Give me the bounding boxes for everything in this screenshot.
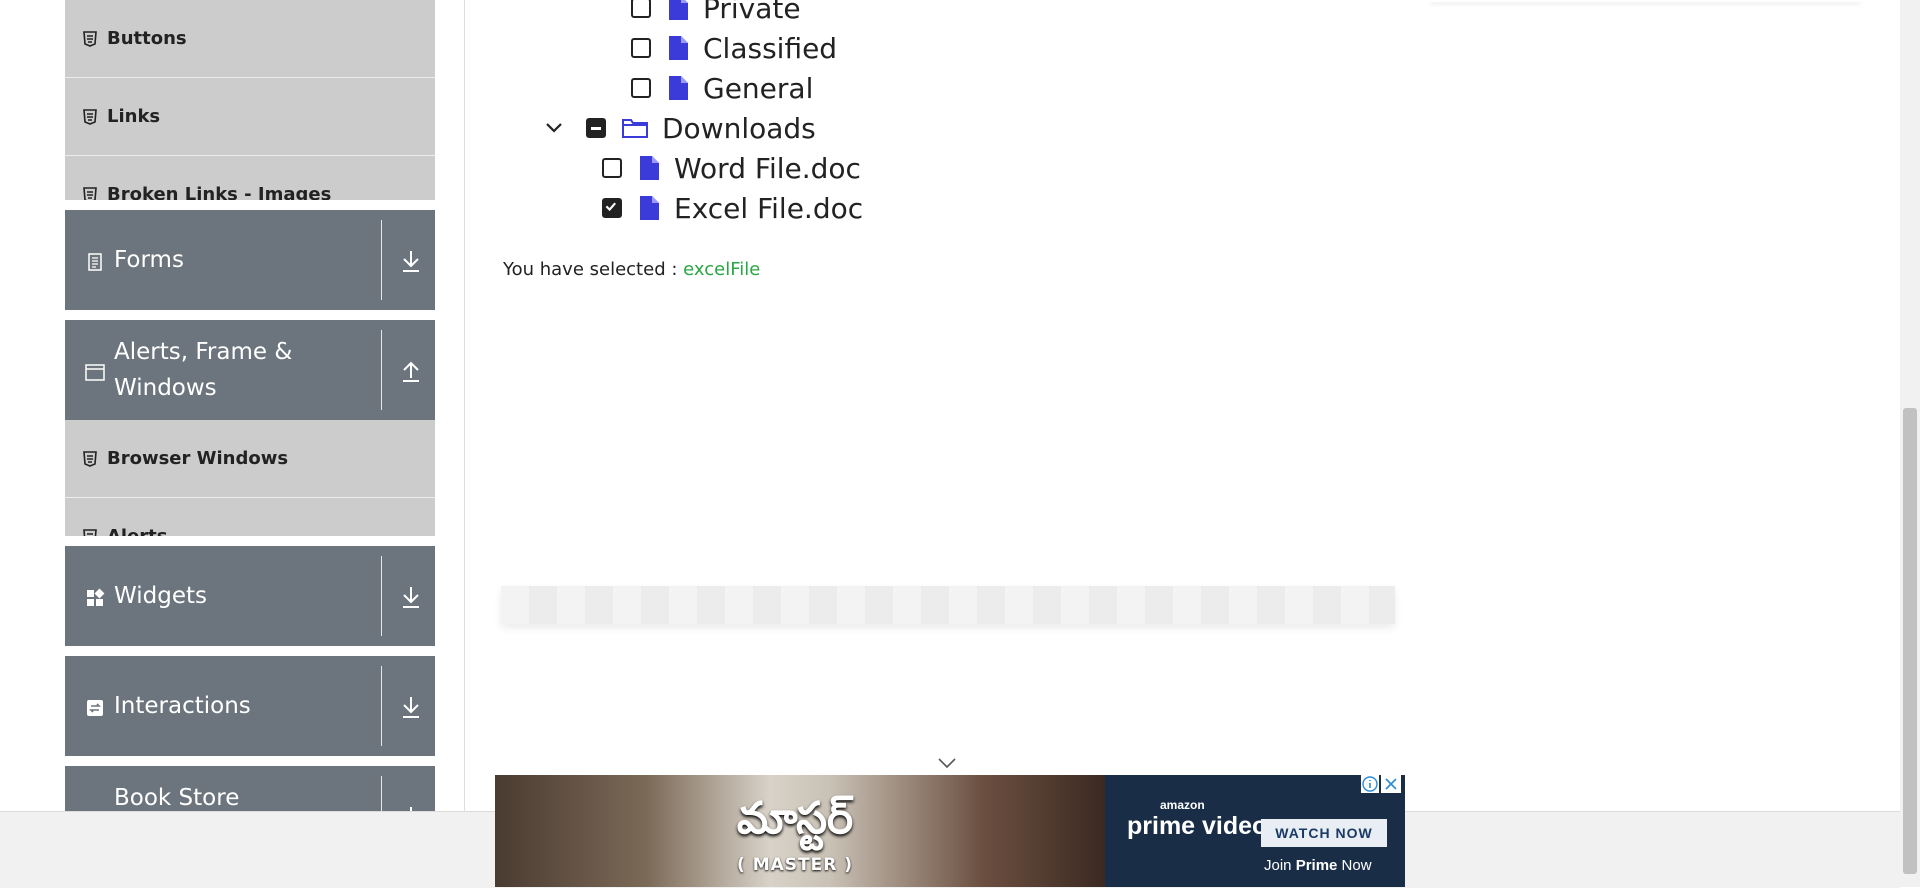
tree-node-excel: Excel File.doc (602, 188, 863, 228)
tree-node-word: Word File.doc (602, 148, 861, 188)
ad-info-icon[interactable] (1361, 775, 1379, 793)
divider (381, 330, 382, 410)
sidebar-item-label: Alerts (107, 526, 168, 536)
sidebar-item-buttons[interactable]: Buttons (65, 0, 435, 78)
ad-join-prefix: Join (1264, 857, 1296, 874)
chevron-down-icon[interactable] (543, 117, 565, 139)
sidebar-item-alerts[interactable]: Alerts (65, 498, 435, 536)
expand-down-icon[interactable] (399, 248, 423, 274)
divider (381, 776, 382, 811)
tree-node-classified: Classified (631, 28, 837, 68)
file-icon (669, 76, 688, 100)
checkbox-indeterminate[interactable] (586, 118, 606, 138)
interactions-icon (87, 700, 103, 716)
category-label: Widgets (114, 583, 207, 609)
sidebar-item-label: Broken Links - Images (107, 184, 332, 200)
chevron-down-icon[interactable] (937, 756, 957, 770)
sidebar-item-label: Buttons (107, 28, 187, 49)
checkbox-checked[interactable] (602, 198, 622, 218)
watch-now-button[interactable]: WATCH NOW (1261, 819, 1387, 847)
scrollbar-thumb[interactable] (1903, 408, 1917, 874)
tree-node-label[interactable]: Downloads (662, 112, 816, 145)
ad-subtitle: ( MASTER ) (737, 855, 853, 875)
category-label: Interactions (114, 693, 251, 719)
category-widgets[interactable]: Widgets (65, 546, 435, 646)
document-icon (88, 253, 102, 271)
category-label: Forms (114, 247, 184, 273)
html5-icon (83, 108, 97, 125)
collapse-up-icon[interactable] (399, 358, 423, 384)
html5-icon (83, 528, 97, 536)
tree-node-private: Private (631, 0, 801, 28)
category-interactions[interactable]: Interactions (65, 656, 435, 756)
tree-node-label[interactable]: Classified (703, 32, 837, 65)
card-shadow (1430, 0, 1860, 2)
checkbox[interactable] (631, 38, 651, 58)
alerts-submenu: Browser Windows Alerts (65, 420, 435, 536)
ad-join-text: Join Prime Now (1264, 857, 1372, 874)
sidebar-item-links[interactable]: Links (65, 78, 435, 156)
file-icon (669, 0, 688, 20)
ad-brand-small: amazon (1160, 798, 1205, 812)
category-book-store-application[interactable]: Book Store Application (65, 766, 435, 811)
sidebar-item-label: Browser Windows (107, 448, 289, 469)
ad-banner[interactable]: మాస్టర్ ( MASTER ) amazon prime video WA… (495, 775, 1405, 887)
category-label: Alerts, Frame & Windows (114, 339, 293, 401)
result-prefix: You have selected : (503, 259, 678, 280)
sidebar-item-broken-links[interactable]: Broken Links - Images (65, 156, 435, 200)
sidebar-item-label: Links (107, 106, 161, 127)
ad-placeholder (501, 586, 1395, 624)
check-icon (605, 202, 616, 212)
selection-result: You have selected : excelFile (503, 259, 760, 280)
file-icon (669, 36, 688, 60)
tree-node-label[interactable]: Word File.doc (674, 152, 861, 185)
divider (381, 556, 382, 636)
checkbox[interactable] (602, 158, 622, 178)
window-icon (85, 364, 105, 381)
html5-icon (83, 30, 97, 47)
folder-icon (622, 119, 648, 138)
tree-node-label[interactable]: Excel File.doc (674, 192, 863, 225)
file-icon (640, 156, 659, 180)
widgets-icon (87, 588, 105, 606)
ad-join-bold: Prime (1295, 857, 1338, 874)
ad-brand: prime video (1127, 812, 1268, 840)
sidebar-item-browser-windows[interactable]: Browser Windows (65, 420, 435, 498)
close-icon[interactable] (1381, 775, 1401, 793)
category-forms[interactable]: Forms (65, 210, 435, 310)
ad-title: మాస్టర్ (736, 793, 854, 844)
expand-down-icon[interactable] (399, 694, 423, 720)
html5-icon (83, 450, 97, 467)
elements-submenu: Buttons Links Broken Links - Images (65, 0, 435, 200)
divider (381, 666, 382, 746)
sidebar: Buttons Links Broken Links - Images Form… (39, 0, 465, 811)
checkbox[interactable] (631, 78, 651, 98)
expand-down-icon[interactable] (399, 804, 423, 811)
html5-icon (83, 186, 97, 200)
category-alerts-frame-windows[interactable]: Alerts, Frame & Windows (65, 320, 435, 420)
tree-node-general: General (631, 68, 813, 108)
expand-down-icon[interactable] (399, 584, 423, 610)
tree-node-downloads: Downloads (586, 108, 816, 148)
tree-node-label[interactable]: General (703, 72, 813, 105)
tree-node-label[interactable]: Private (703, 0, 801, 25)
category-label: Book Store Application (114, 785, 240, 811)
file-icon (640, 196, 659, 220)
result-value: excelFile (683, 259, 761, 280)
divider (381, 220, 382, 300)
ad-join-suffix: Now (1337, 857, 1372, 874)
checkbox[interactable] (631, 0, 651, 18)
